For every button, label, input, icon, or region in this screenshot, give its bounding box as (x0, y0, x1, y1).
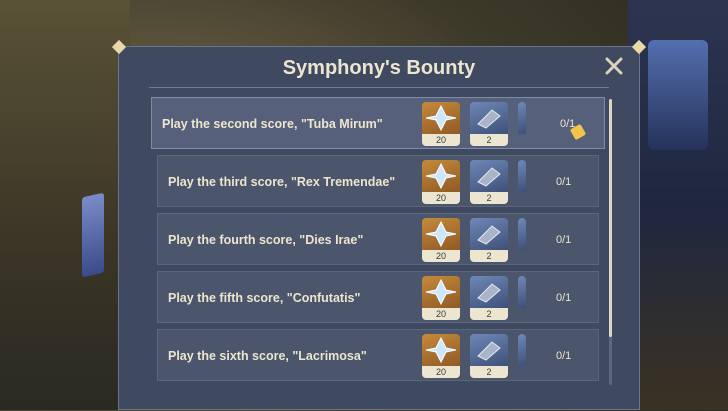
hero-wit-icon (477, 225, 501, 245)
task-row[interactable]: Play the sixth score, "Lacrimosa" 20 2 0… (157, 329, 599, 381)
reward-quantity: 2 (470, 250, 508, 262)
reward-overflow (518, 334, 526, 378)
task-row[interactable]: Play the fourth score, "Dies Irae" 20 2 (157, 213, 599, 265)
reward-overflow (518, 276, 526, 320)
reward-quantity: 20 (422, 308, 460, 320)
scrollbar[interactable] (609, 99, 612, 385)
material-reward[interactable]: 2 (470, 276, 508, 320)
background-left-decor (0, 0, 130, 410)
reward-quantity: 2 (470, 308, 508, 320)
primogem-reward[interactable]: 20 (422, 218, 460, 262)
primogem-reward[interactable]: 20 (422, 276, 460, 320)
reward-quantity: 2 (470, 366, 508, 378)
material-reward[interactable]: 2 (470, 160, 508, 204)
task-label: Play the third score, "Rex Tremendae" (168, 175, 396, 189)
background-banner (82, 192, 104, 278)
reward-quantity: 20 (422, 366, 460, 378)
primogem-reward[interactable]: 20 (422, 334, 460, 378)
reward-quantity: 20 (422, 134, 460, 146)
primogem-icon (425, 162, 457, 190)
primogem-icon (425, 220, 457, 248)
primogem-icon (425, 278, 457, 306)
reward-quantity: 20 (422, 192, 460, 204)
task-progress: 0/1 (556, 176, 572, 188)
task-label: Play the fifth score, "Confutatis" (168, 291, 361, 305)
task-progress: 0/1 (556, 350, 572, 362)
task-row[interactable]: Play the fifth score, "Confutatis" 20 2 (157, 271, 599, 323)
reward-quantity: 20 (422, 250, 460, 262)
task-progress: 0/1 (556, 292, 572, 304)
title-divider (149, 87, 609, 88)
reward-quantity: 2 (470, 192, 508, 204)
task-label: Play the second score, "Tuba Mirum" (162, 117, 383, 131)
task-row[interactable]: Play the third score, "Rex Tremendae" 20… (157, 155, 599, 207)
primogem-reward[interactable]: 20 (422, 102, 460, 146)
close-icon[interactable] (601, 55, 627, 81)
material-reward[interactable]: 2 (470, 218, 508, 262)
reward-overflow (518, 218, 526, 262)
reward-overflow (518, 160, 526, 204)
primogem-reward[interactable]: 20 (422, 160, 460, 204)
bounty-dialog: Symphony's Bounty Play the second score,… (111, 39, 647, 411)
dialog-title: Symphony's Bounty (282, 57, 476, 79)
task-label: Play the fourth score, "Dies Irae" (168, 233, 364, 247)
reward-overflow (518, 102, 526, 146)
reward-quantity: 2 (470, 134, 508, 146)
background-banner (648, 40, 708, 150)
task-list: Play the second score, "Tuba Mirum" 20 2 (149, 97, 609, 411)
material-reward[interactable]: 2 (470, 334, 508, 378)
hero-wit-icon (477, 167, 501, 187)
hero-wit-icon (477, 341, 501, 361)
task-progress: 0/1 (556, 234, 572, 246)
material-reward[interactable]: 2 (470, 102, 508, 146)
task-label: Play the sixth score, "Lacrimosa" (168, 349, 367, 363)
task-row[interactable]: Play the second score, "Tuba Mirum" 20 2 (151, 97, 605, 149)
hero-wit-icon (477, 109, 501, 129)
primogem-icon (425, 336, 457, 364)
hero-wit-icon (477, 283, 501, 303)
primogem-icon (425, 104, 457, 132)
task-progress: 0/1 (560, 118, 576, 130)
scroll-thumb[interactable] (609, 99, 612, 337)
close-icon (605, 57, 623, 75)
